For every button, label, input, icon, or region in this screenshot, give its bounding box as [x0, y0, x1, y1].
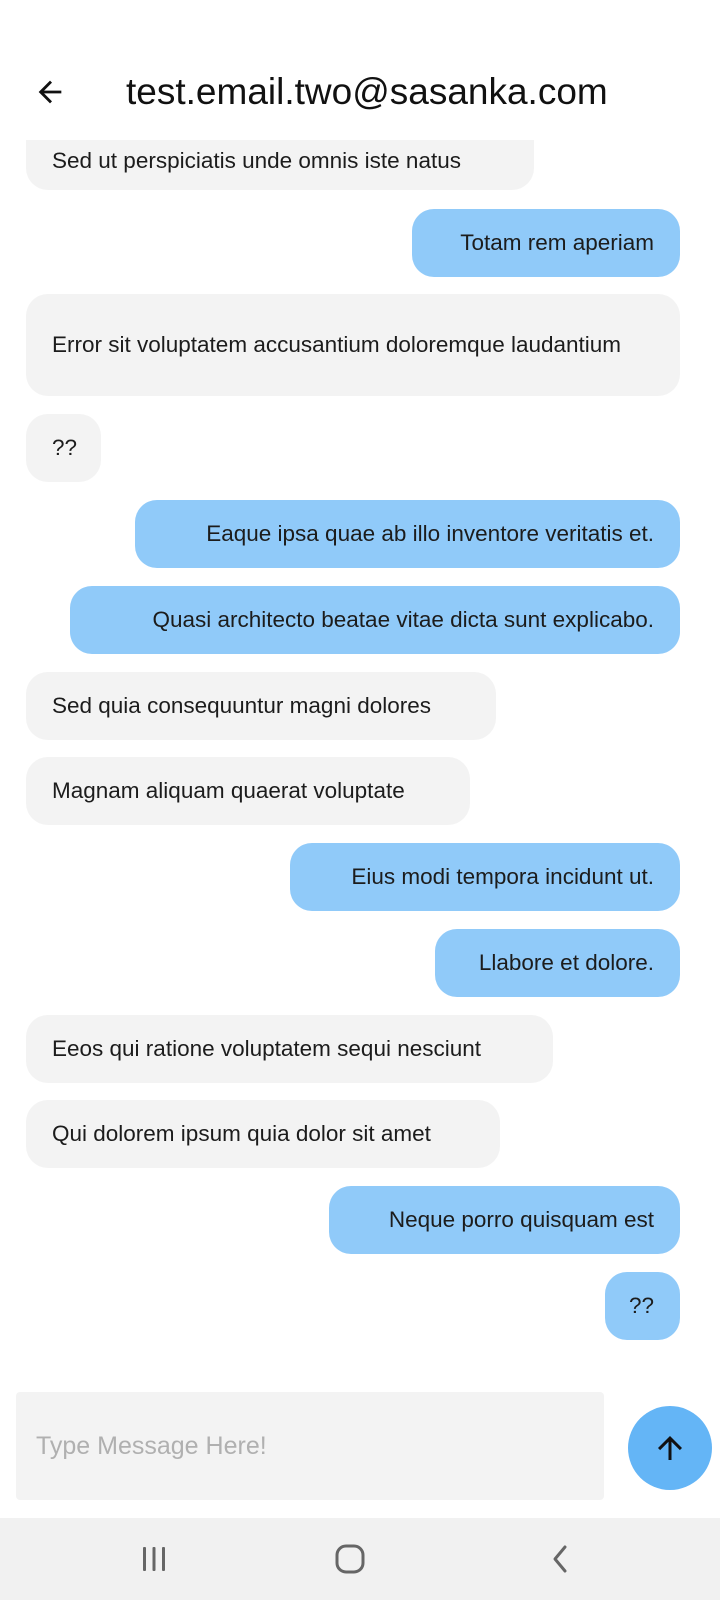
home-button[interactable] — [320, 1536, 380, 1582]
message-list[interactable]: Sed ut perspiciatis unde omnis iste natu… — [0, 140, 720, 1360]
back-button[interactable] — [26, 68, 74, 116]
arrow-up-icon — [658, 1436, 682, 1460]
message-bubble-incoming: ?? — [26, 414, 101, 482]
message-text: ?? — [52, 435, 78, 460]
back-chevron-icon — [553, 1545, 567, 1573]
message-text: Llabore et dolore. — [478, 950, 654, 975]
send-button[interactable] — [628, 1406, 712, 1490]
message-text: Sed quia consequuntur magni dolores — [52, 693, 432, 718]
nav-back-button[interactable] — [530, 1536, 590, 1582]
message-bubble-incoming: Magnam aliquam quaerat voluptate — [26, 757, 470, 825]
message-text: Sed ut perspiciatis unde omnis iste natu… — [52, 148, 461, 173]
home-icon — [335, 1544, 365, 1574]
message-bubble-outgoing: Quasi architecto beatae vitae dicta sunt… — [70, 586, 680, 654]
message-bubble-incoming: Qui dolorem ipsum quia dolor sit amet — [26, 1100, 500, 1168]
message-bubble-outgoing: Llabore et dolore. — [435, 929, 680, 997]
message-bubble-incoming: Sed quia consequuntur magni dolores — [26, 672, 496, 740]
message-text: Eius modi tempora incidunt ut. — [351, 864, 654, 889]
message-bubble-incoming: Error sit voluptatem accusantium dolorem… — [26, 294, 680, 396]
message-text: Eaque ipsa quae ab illo inventore verita… — [206, 521, 654, 546]
message-text: Totam rem aperiam — [460, 230, 654, 255]
message-text: Neque porro quisquam est — [388, 1207, 654, 1232]
message-bubble-outgoing: Neque porro quisquam est — [329, 1186, 680, 1254]
conversation-title: test.email.two@sasanka.com — [126, 71, 608, 112]
message-bubble-incoming: Sed ut perspiciatis unde omnis iste natu… — [26, 140, 534, 190]
message-text: ?? — [628, 1293, 654, 1318]
message-text: Quasi architecto beatae vitae dicta sunt… — [152, 607, 654, 632]
message-bubble-outgoing: Totam rem aperiam — [412, 209, 680, 277]
message-text: Eeos qui ratione voluptatem sequi nesciu… — [52, 1036, 482, 1061]
arrow-left-icon — [38, 80, 62, 104]
recents-icon — [143, 1547, 165, 1571]
message-bubble-outgoing: Eaque ipsa quae ab illo inventore verita… — [135, 500, 680, 568]
message-bubble-incoming: Eeos qui ratione voluptatem sequi nesciu… — [26, 1015, 553, 1083]
message-text: Error sit voluptatem accusantium dolorem… — [52, 332, 622, 357]
message-input[interactable] — [36, 1431, 584, 1461]
message-bubble-outgoing: Eius modi tempora incidunt ut. — [290, 843, 680, 911]
recents-button[interactable] — [124, 1536, 184, 1582]
message-bubble-outgoing: ?? — [605, 1272, 680, 1340]
app-bar: test.email.two@sasanka.com — [0, 0, 720, 140]
message-text: Qui dolorem ipsum quia dolor sit amet — [52, 1121, 431, 1146]
system-navigation-bar — [0, 1518, 720, 1600]
message-composer — [16, 1392, 604, 1500]
message-text: Magnam aliquam quaerat voluptate — [52, 778, 405, 803]
